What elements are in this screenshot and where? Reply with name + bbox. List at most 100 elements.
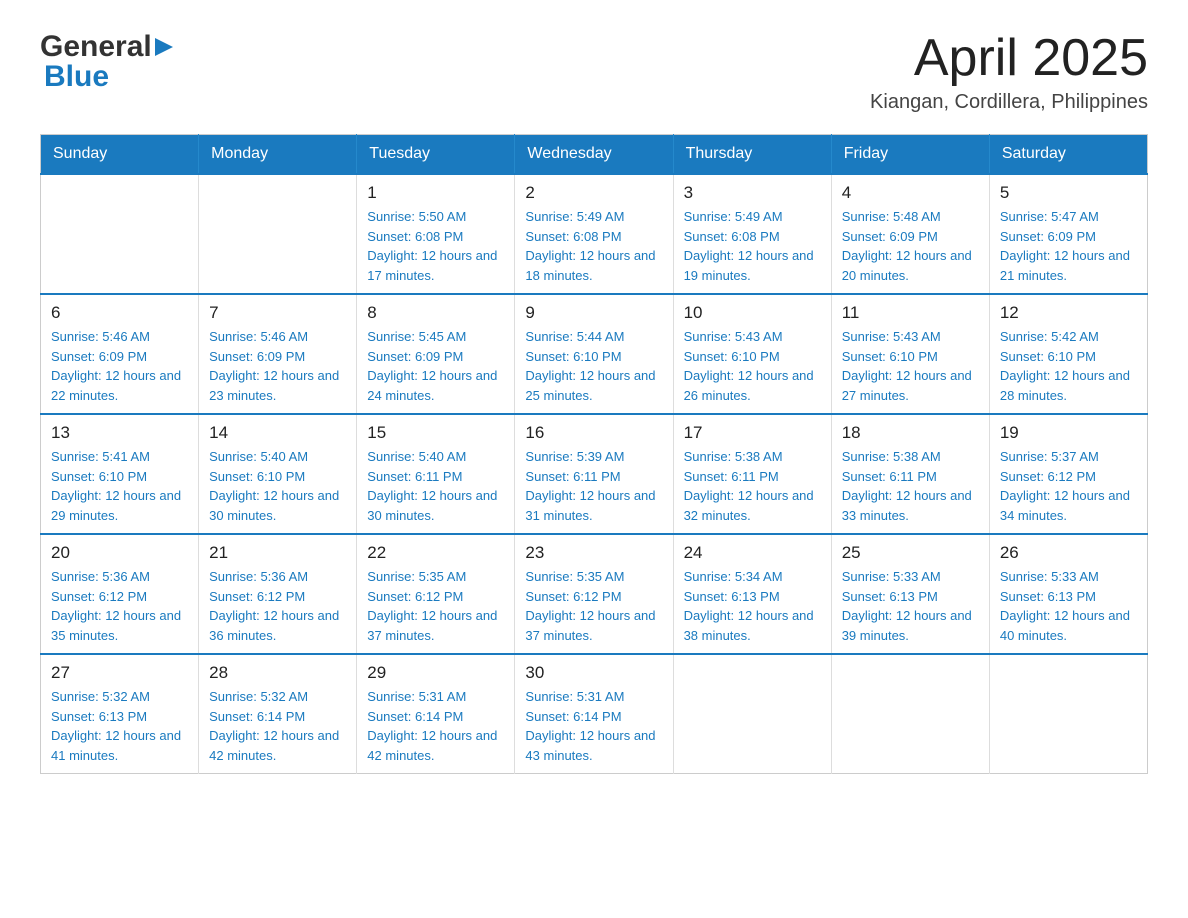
day-number: 12: [1000, 303, 1137, 323]
calendar-cell-week5-day4: [673, 654, 831, 774]
day-number: 5: [1000, 183, 1137, 203]
location-subtitle: Kiangan, Cordillera, Philippines: [870, 91, 1148, 114]
calendar-cell-week2-day6: 12 Sunrise: 5:42 AMSunset: 6:10 PMDayligh…: [989, 294, 1147, 414]
calendar-cell-week5-day5: [831, 654, 989, 774]
day-number: 4: [842, 183, 979, 203]
day-number: 19: [1000, 423, 1137, 443]
calendar-cell-week5-day2: 29 Sunrise: 5:31 AMSunset: 6:14 PMDayligh…: [357, 654, 515, 774]
calendar-table: SundayMondayTuesdayWednesdayThursdayFrid…: [40, 134, 1148, 774]
day-number: 25: [842, 543, 979, 563]
day-sun-info: Sunrise: 5:35 AMSunset: 6:12 PMDaylight:…: [525, 567, 662, 645]
calendar-cell-week3-day2: 15 Sunrise: 5:40 AMSunset: 6:11 PMDayligh…: [357, 414, 515, 534]
day-number: 28: [209, 663, 346, 683]
day-sun-info: Sunrise: 5:48 AMSunset: 6:09 PMDaylight:…: [842, 207, 979, 285]
weekday-header-friday: Friday: [831, 135, 989, 175]
calendar-cell-week5-day1: 28 Sunrise: 5:32 AMSunset: 6:14 PMDayligh…: [199, 654, 357, 774]
calendar-cell-week2-day5: 11 Sunrise: 5:43 AMSunset: 6:10 PMDayligh…: [831, 294, 989, 414]
day-number: 3: [684, 183, 821, 203]
logo-blue-text: Blue: [44, 60, 109, 93]
calendar-cell-week2-day1: 7Sunrise: 5:46 AMSunset: 6:09 PMDaylight…: [199, 294, 357, 414]
day-sun-info: Sunrise: 5:46 AMSunset: 6:09 PMDaylight:…: [51, 327, 188, 405]
day-number: 7: [209, 303, 346, 323]
day-sun-info: Sunrise: 5:32 AMSunset: 6:13 PMDaylight:…: [51, 687, 188, 765]
day-number: 21: [209, 543, 346, 563]
day-number: 22: [367, 543, 504, 563]
logo-arrow-icon: [153, 36, 175, 58]
calendar-cell-week3-day1: 14 Sunrise: 5:40 AMSunset: 6:10 PMDayligh…: [199, 414, 357, 534]
calendar-week-2: 6 Sunrise: 5:46 AMSunset: 6:09 PMDaylight…: [41, 294, 1148, 414]
calendar-cell-week1-day4: 3 Sunrise: 5:49 AMSunset: 6:08 PMDaylight…: [673, 174, 831, 294]
day-sun-info: Sunrise: 5:42 AMSunset: 6:10 PMDaylight:…: [1000, 327, 1137, 405]
calendar-cell-week1-day0: [41, 174, 199, 294]
day-number: 8: [367, 303, 504, 323]
day-number: 2: [525, 183, 662, 203]
calendar-cell-week1-day1: [199, 174, 357, 294]
day-number: 24: [684, 543, 821, 563]
day-number: 26: [1000, 543, 1137, 563]
day-number: 29: [367, 663, 504, 683]
day-sun-info: Sunrise: 5:50 AMSunset: 6:08 PMDaylight:…: [367, 207, 504, 285]
calendar-cell-week3-day5: 18 Sunrise: 5:38 AMSunset: 6:11 PMDayligh…: [831, 414, 989, 534]
calendar-cell-week2-day4: 10 Sunrise: 5:43 AMSunset: 6:10 PMDayligh…: [673, 294, 831, 414]
calendar-cell-week4-day4: 24 Sunrise: 5:34 AMSunset: 6:13 PMDayligh…: [673, 534, 831, 654]
logo-general-text: General: [40, 30, 152, 64]
day-number: 17: [684, 423, 821, 443]
day-sun-info: Sunrise: 5:34 AMSunset: 6:13 PMDaylight:…: [684, 567, 821, 645]
title-block: April 2025 Kiangan, Cordillera, Philippi…: [870, 30, 1148, 114]
calendar-cell-week1-day6: 5Sunrise: 5:47 AMSunset: 6:09 PMDaylight…: [989, 174, 1147, 294]
day-number: 18: [842, 423, 979, 443]
day-number: 10: [684, 303, 821, 323]
calendar-cell-week2-day0: 6 Sunrise: 5:46 AMSunset: 6:09 PMDaylight…: [41, 294, 199, 414]
day-sun-info: Sunrise: 5:31 AMSunset: 6:14 PMDaylight:…: [367, 687, 504, 765]
weekday-header-tuesday: Tuesday: [357, 135, 515, 175]
day-number: 30: [525, 663, 662, 683]
day-number: 11: [842, 303, 979, 323]
day-sun-info: Sunrise: 5:40 AMSunset: 6:11 PMDaylight:…: [367, 447, 504, 525]
calendar-header: SundayMondayTuesdayWednesdayThursdayFrid…: [41, 135, 1148, 175]
day-number: 14: [209, 423, 346, 443]
day-sun-info: Sunrise: 5:35 AMSunset: 6:12 PMDaylight:…: [367, 567, 504, 645]
weekday-header-wednesday: Wednesday: [515, 135, 673, 175]
day-sun-info: Sunrise: 5:32 AMSunset: 6:14 PMDaylight:…: [209, 687, 346, 765]
weekday-header-thursday: Thursday: [673, 135, 831, 175]
day-sun-info: Sunrise: 5:43 AMSunset: 6:10 PMDaylight:…: [684, 327, 821, 405]
calendar-week-1: 1Sunrise: 5:50 AMSunset: 6:08 PMDaylight…: [41, 174, 1148, 294]
day-sun-info: Sunrise: 5:40 AMSunset: 6:10 PMDaylight:…: [209, 447, 346, 525]
calendar-cell-week3-day3: 16Sunrise: 5:39 AMSunset: 6:11 PMDayligh…: [515, 414, 673, 534]
calendar-body: 1Sunrise: 5:50 AMSunset: 6:08 PMDaylight…: [41, 174, 1148, 774]
day-sun-info: Sunrise: 5:38 AMSunset: 6:11 PMDaylight:…: [842, 447, 979, 525]
weekday-header-sunday: Sunday: [41, 135, 199, 175]
weekday-header-row: SundayMondayTuesdayWednesdayThursdayFrid…: [41, 135, 1148, 175]
calendar-cell-week5-day0: 27 Sunrise: 5:32 AMSunset: 6:13 PMDayligh…: [41, 654, 199, 774]
calendar-cell-week3-day0: 13Sunrise: 5:41 AMSunset: 6:10 PMDayligh…: [41, 414, 199, 534]
day-sun-info: Sunrise: 5:33 AMSunset: 6:13 PMDaylight:…: [842, 567, 979, 645]
day-number: 13: [51, 423, 188, 443]
calendar-week-5: 27 Sunrise: 5:32 AMSunset: 6:13 PMDayligh…: [41, 654, 1148, 774]
calendar-cell-week4-day0: 20 Sunrise: 5:36 AMSunset: 6:12 PMDayligh…: [41, 534, 199, 654]
calendar-cell-week4-day2: 22 Sunrise: 5:35 AMSunset: 6:12 PMDayligh…: [357, 534, 515, 654]
weekday-header-monday: Monday: [199, 135, 357, 175]
day-sun-info: Sunrise: 5:36 AMSunset: 6:12 PMDaylight:…: [51, 567, 188, 645]
calendar-week-3: 13Sunrise: 5:41 AMSunset: 6:10 PMDayligh…: [41, 414, 1148, 534]
calendar-cell-week1-day3: 2 Sunrise: 5:49 AMSunset: 6:08 PMDaylight…: [515, 174, 673, 294]
calendar-cell-week5-day6: [989, 654, 1147, 774]
calendar-cell-week2-day2: 8 Sunrise: 5:45 AMSunset: 6:09 PMDaylight…: [357, 294, 515, 414]
calendar-cell-week2-day3: 9Sunrise: 5:44 AMSunset: 6:10 PMDaylight…: [515, 294, 673, 414]
calendar-cell-week3-day4: 17Sunrise: 5:38 AMSunset: 6:11 PMDayligh…: [673, 414, 831, 534]
day-number: 27: [51, 663, 188, 683]
day-sun-info: Sunrise: 5:45 AMSunset: 6:09 PMDaylight:…: [367, 327, 504, 405]
page-header: General Blue April 2025 Kiangan, Cordill…: [40, 30, 1148, 114]
day-sun-info: Sunrise: 5:49 AMSunset: 6:08 PMDaylight:…: [684, 207, 821, 285]
day-number: 6: [51, 303, 188, 323]
day-number: 15: [367, 423, 504, 443]
day-sun-info: Sunrise: 5:36 AMSunset: 6:12 PMDaylight:…: [209, 567, 346, 645]
weekday-header-saturday: Saturday: [989, 135, 1147, 175]
day-sun-info: Sunrise: 5:49 AMSunset: 6:08 PMDaylight:…: [525, 207, 662, 285]
day-sun-info: Sunrise: 5:43 AMSunset: 6:10 PMDaylight:…: [842, 327, 979, 405]
day-sun-info: Sunrise: 5:31 AMSunset: 6:14 PMDaylight:…: [525, 687, 662, 765]
day-number: 20: [51, 543, 188, 563]
calendar-cell-week4-day6: 26Sunrise: 5:33 AMSunset: 6:13 PMDayligh…: [989, 534, 1147, 654]
day-number: 23: [525, 543, 662, 563]
calendar-cell-week4-day1: 21 Sunrise: 5:36 AMSunset: 6:12 PMDayligh…: [199, 534, 357, 654]
day-number: 9: [525, 303, 662, 323]
